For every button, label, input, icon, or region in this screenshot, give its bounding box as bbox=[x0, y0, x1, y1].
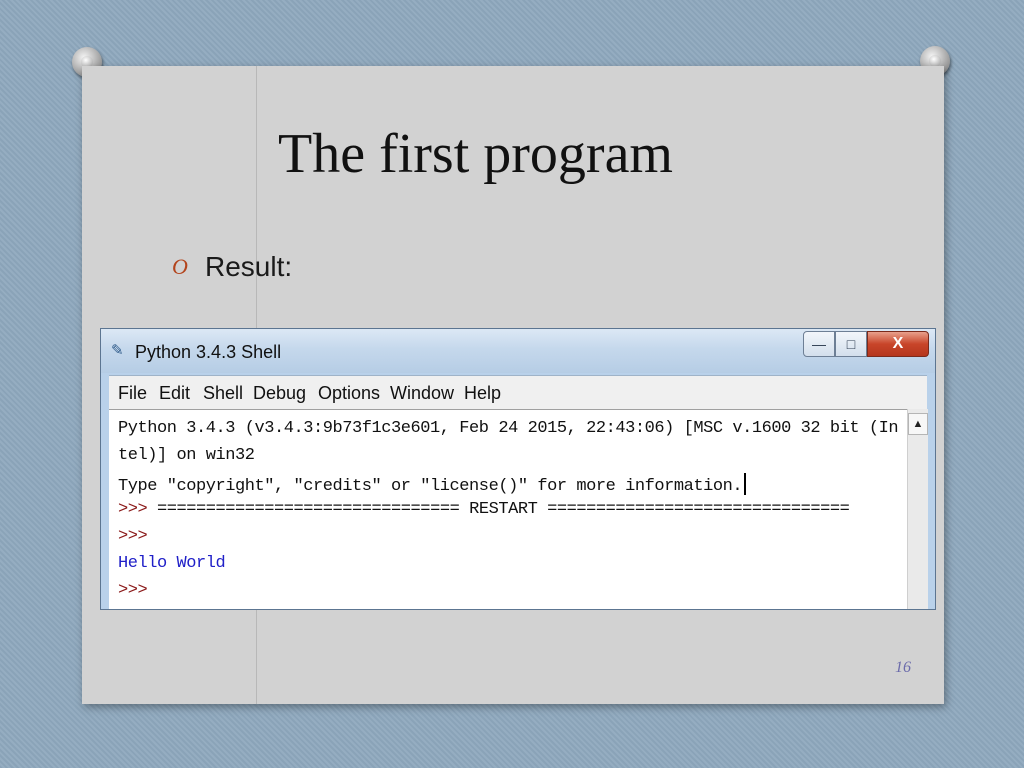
vertical-scrollbar[interactable]: ▲ bbox=[907, 409, 928, 609]
text-cursor bbox=[744, 473, 747, 495]
close-button[interactable]: X bbox=[867, 331, 929, 357]
menu-options[interactable]: Options bbox=[318, 383, 380, 404]
bullet-marker: O bbox=[172, 254, 188, 279]
close-icon: X bbox=[892, 335, 904, 352]
menu-edit[interactable]: Edit bbox=[159, 383, 190, 404]
maximize-button[interactable]: □ bbox=[835, 331, 867, 357]
menu-shell[interactable]: Shell bbox=[203, 383, 243, 404]
shell-prompt: >>> bbox=[118, 527, 148, 546]
window-title: Python 3.4.3 Shell bbox=[135, 342, 282, 362]
shell-restart-line: >>> =============================== REST… bbox=[118, 500, 850, 519]
menu-bar: File Edit Shell Debug Options Window Hel… bbox=[109, 375, 927, 410]
menu-debug[interactable]: Debug bbox=[253, 383, 306, 404]
window-titlebar[interactable]: ✎ Python 3.4.3 Shell — □ X bbox=[101, 329, 935, 373]
program-output: Hello World bbox=[118, 554, 226, 573]
page-number: 16 bbox=[895, 659, 911, 676]
bullet-text: Result: bbox=[205, 251, 293, 282]
shell-prompt: >>> bbox=[118, 581, 148, 600]
shell-text-area[interactable]: Python 3.4.3 (v3.4.3:9b73f1c3e601, Feb 2… bbox=[109, 409, 907, 609]
maximize-icon: □ bbox=[846, 336, 856, 352]
minimize-button[interactable]: — bbox=[803, 331, 835, 357]
python-shell-icon: ✎ bbox=[111, 342, 124, 359]
restart-banner: =============================== RESTART … bbox=[147, 500, 850, 519]
menu-help[interactable]: Help bbox=[464, 383, 501, 404]
menu-file[interactable]: File bbox=[118, 383, 147, 404]
shell-banner-line-3-text: Type "copyright", "credits" or "license(… bbox=[118, 477, 743, 496]
shell-banner-line-3: Type "copyright", "credits" or "license(… bbox=[118, 473, 747, 496]
scroll-up-arrow-icon[interactable]: ▲ bbox=[908, 413, 928, 435]
python-shell-window: ✎ Python 3.4.3 Shell — □ X File Edit She… bbox=[100, 328, 936, 610]
shell-banner-line-2: tel)] on win32 bbox=[118, 446, 255, 465]
menu-window[interactable]: Window bbox=[390, 383, 454, 404]
minimize-icon: — bbox=[812, 336, 826, 352]
slide-title: The first program bbox=[278, 123, 673, 185]
shell-banner-line-1: Python 3.4.3 (v3.4.3:9b73f1c3e601, Feb 2… bbox=[118, 419, 899, 438]
shell-prompt: >>> bbox=[118, 500, 148, 519]
